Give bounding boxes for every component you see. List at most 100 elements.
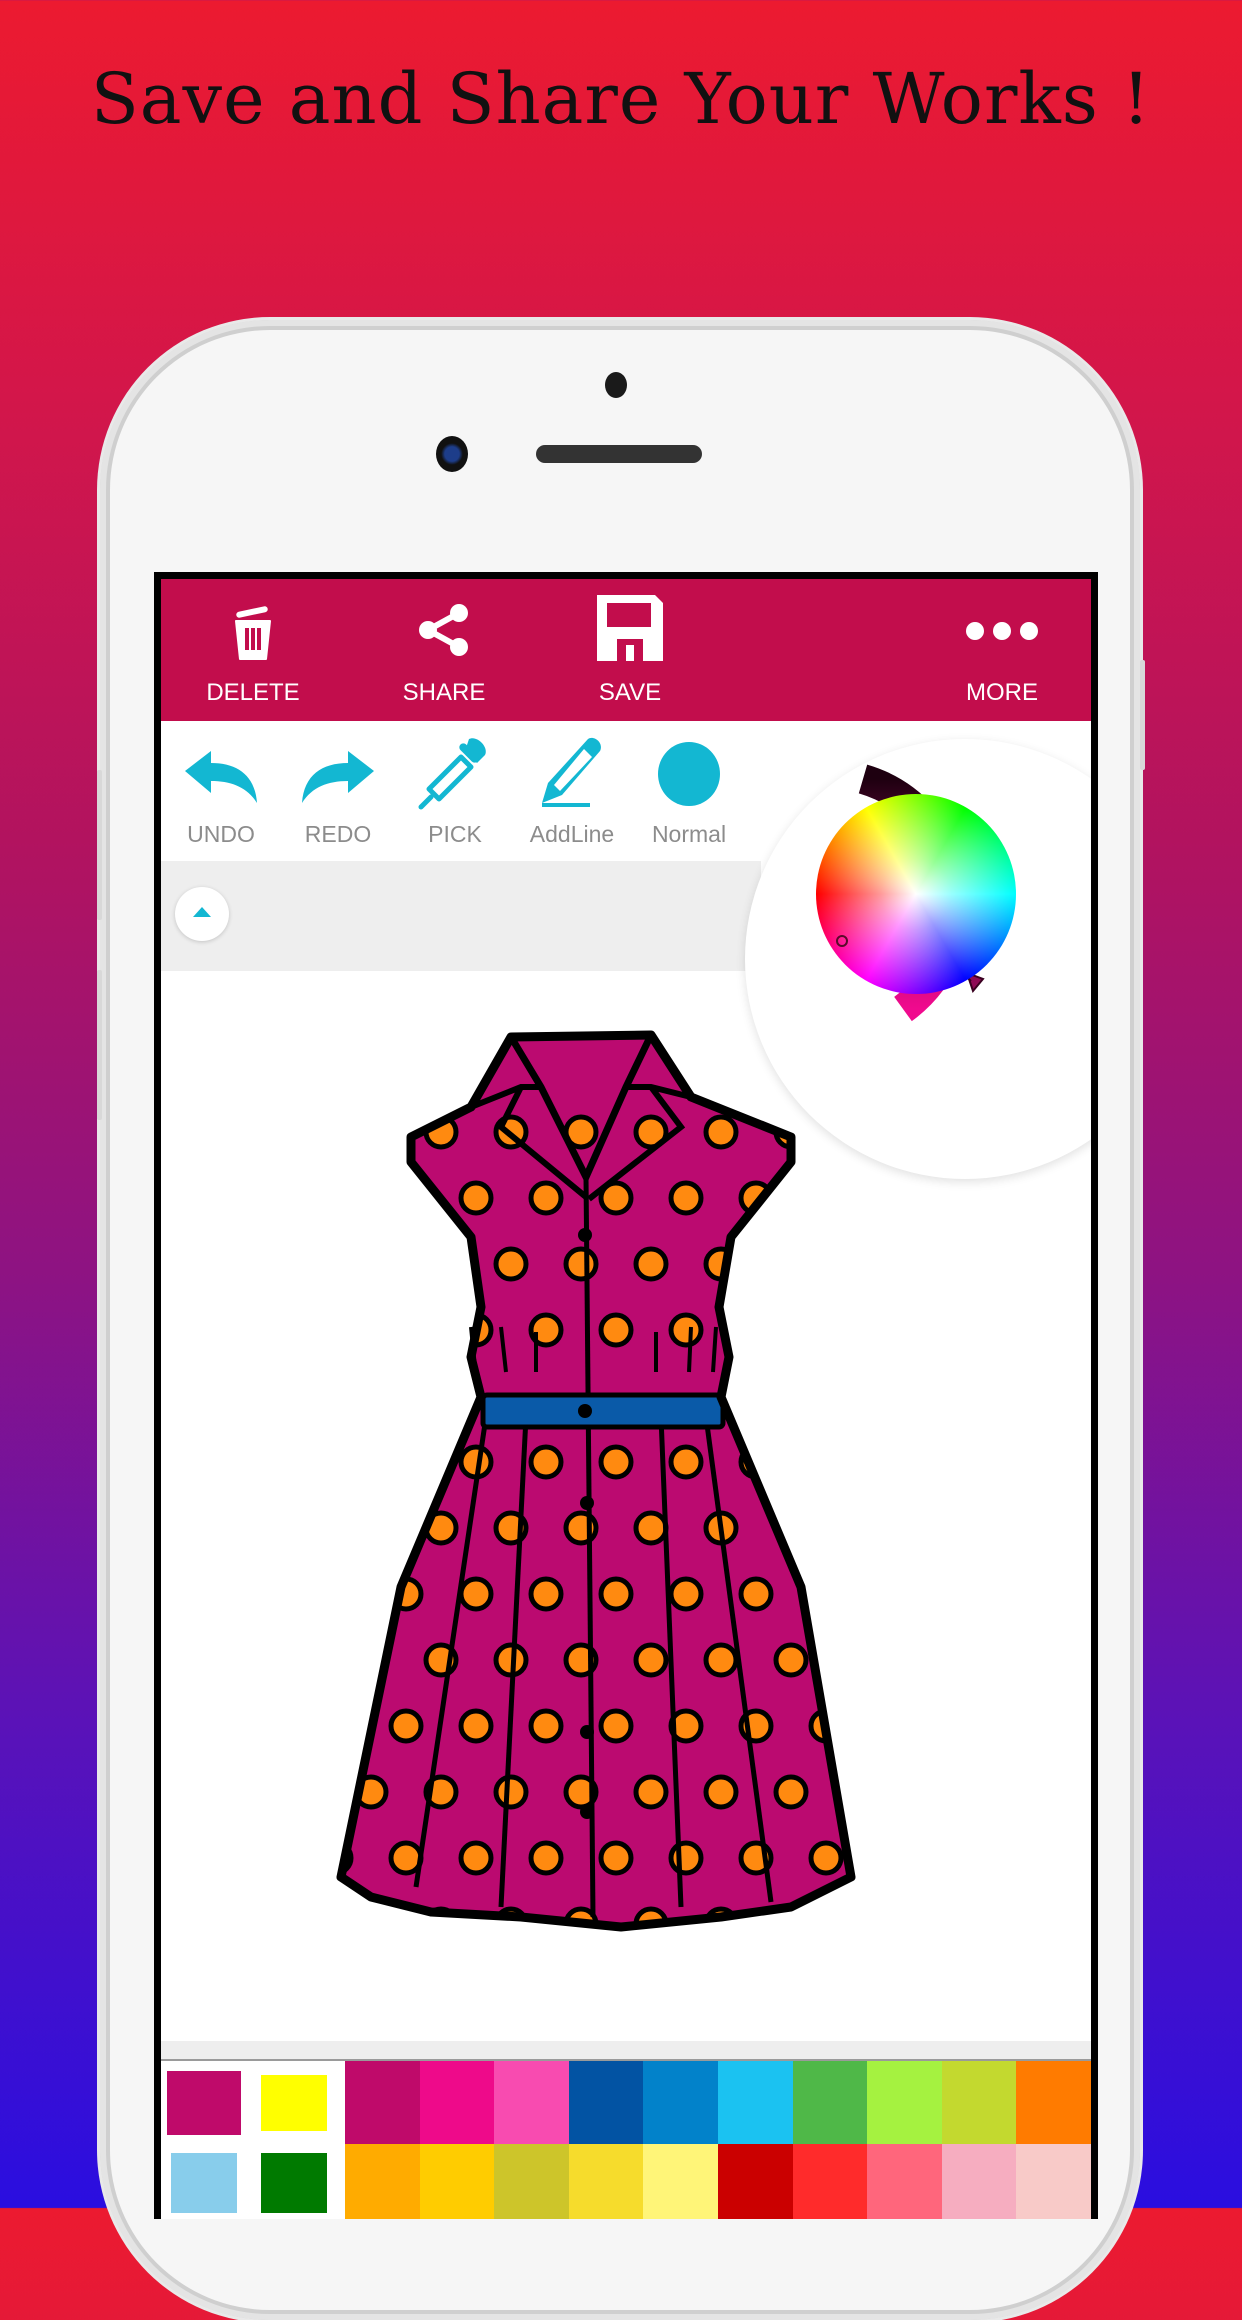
polka-dot[interactable] — [843, 1642, 876, 1678]
polka-dot[interactable] — [528, 1840, 564, 1876]
polka-dot[interactable] — [773, 1906, 809, 1939]
polka-dot[interactable] — [528, 1708, 564, 1744]
color-swatch[interactable] — [867, 2061, 942, 2144]
color-swatch[interactable] — [941, 2061, 1017, 2144]
polka-dot[interactable] — [353, 1246, 389, 1282]
color-swatch[interactable] — [568, 2061, 644, 2144]
polka-dot[interactable] — [668, 1840, 704, 1876]
polka-dot[interactable] — [773, 1774, 809, 1810]
polka-dot[interactable] — [633, 1246, 669, 1282]
polka-dot[interactable] — [843, 1774, 876, 1810]
polka-dot[interactable] — [738, 1312, 774, 1348]
color-swatch[interactable] — [419, 2061, 495, 2144]
recent-color-swatch[interactable] — [167, 2071, 241, 2135]
polka-dot[interactable] — [808, 1840, 844, 1876]
phone-sensor — [605, 372, 627, 398]
color-swatch[interactable] — [1016, 2061, 1091, 2144]
polka-dot[interactable] — [423, 1246, 459, 1282]
polka-dot[interactable] — [598, 1444, 634, 1480]
polka-dot[interactable] — [388, 1180, 424, 1216]
hue-color-wheel[interactable] — [816, 794, 1016, 994]
polka-dot[interactable] — [353, 1510, 389, 1546]
polka-dot[interactable] — [528, 1444, 564, 1480]
polka-dot[interactable] — [668, 1180, 704, 1216]
color-swatch[interactable] — [643, 2061, 718, 2144]
polka-dot[interactable] — [808, 1180, 844, 1216]
polka-dot[interactable] — [321, 1708, 354, 1744]
dress-artwork[interactable] — [321, 1027, 881, 1957]
belt[interactable] — [480, 1392, 726, 1430]
save-button[interactable]: SAVE — [565, 579, 695, 721]
polka-dot[interactable] — [738, 1576, 774, 1612]
polka-dot[interactable] — [353, 1906, 389, 1939]
expand-toggle-button[interactable] — [175, 887, 229, 941]
polka-dot[interactable] — [321, 1312, 354, 1348]
recent-color-swatch[interactable] — [261, 2075, 327, 2131]
recent-color-swatch[interactable] — [261, 2153, 327, 2213]
polka-dot[interactable] — [353, 1114, 389, 1150]
eyedropper-icon — [418, 738, 486, 810]
color-swatch[interactable] — [717, 2061, 793, 2144]
more-button[interactable]: MORE — [937, 579, 1067, 721]
normal-brush-button[interactable]: Normal — [629, 721, 749, 861]
floppy-disk-icon — [597, 595, 663, 661]
polka-dot[interactable] — [703, 1774, 739, 1810]
recent-color-swatch[interactable] — [171, 2153, 237, 2213]
polka-dot[interactable] — [388, 1312, 424, 1348]
polka-dot[interactable] — [633, 1642, 669, 1678]
polka-dot[interactable] — [458, 1180, 494, 1216]
polka-dot[interactable] — [458, 1708, 494, 1744]
undo-button[interactable]: UNDO — [161, 721, 281, 861]
delete-button[interactable]: DELETE — [188, 579, 318, 721]
polka-dot[interactable] — [528, 1180, 564, 1216]
color-wheel-handle[interactable] — [836, 935, 848, 947]
power-button — [1140, 660, 1145, 770]
color-swatch[interactable] — [494, 2061, 569, 2144]
polka-dot[interactable] — [808, 1444, 844, 1480]
delete-label: DELETE — [206, 679, 300, 706]
addline-button[interactable]: AddLine — [512, 721, 632, 861]
polka-dot[interactable] — [843, 1510, 876, 1546]
polka-dot[interactable] — [388, 1708, 424, 1744]
polka-dot[interactable] — [563, 1246, 599, 1282]
color-swatch[interactable] — [345, 2061, 420, 2144]
promo-headline: Save and Share Your Works ! — [90, 58, 1152, 140]
color-swatch[interactable] — [792, 2061, 868, 2144]
share-button[interactable]: SHARE — [379, 579, 509, 721]
polka-dot[interactable] — [843, 1246, 876, 1282]
pick-button[interactable]: PICK — [395, 721, 515, 861]
top-action-bar: DELETE SHARE SAVE MORE — [161, 579, 1091, 721]
polka-dot[interactable] — [493, 1246, 529, 1282]
polka-dot[interactable] — [633, 1510, 669, 1546]
polka-dot[interactable] — [668, 1576, 704, 1612]
polka-dot[interactable] — [668, 1444, 704, 1480]
polka-dot[interactable] — [458, 1576, 494, 1612]
polka-dot[interactable] — [388, 1444, 424, 1480]
polka-dot[interactable] — [633, 1774, 669, 1810]
polka-dot[interactable] — [773, 1642, 809, 1678]
share-icon — [419, 604, 468, 656]
polka-dot[interactable] — [808, 1312, 844, 1348]
polka-dot[interactable] — [808, 1576, 844, 1612]
polka-dot[interactable] — [528, 1576, 564, 1612]
redo-arrow-icon — [302, 751, 374, 803]
polka-dot[interactable] — [668, 1312, 704, 1348]
addline-label: AddLine — [529, 821, 615, 847]
polka-dot[interactable] — [458, 1840, 494, 1876]
polka-dot[interactable] — [773, 1246, 809, 1282]
polka-dot[interactable] — [321, 1180, 354, 1216]
polka-dot[interactable] — [843, 1906, 876, 1939]
polka-dot[interactable] — [321, 1444, 354, 1480]
app-screen: DELETE SHARE SAVE MORE UNDO REDO PICK Ad… — [154, 572, 1098, 2219]
polka-dot[interactable] — [598, 1576, 634, 1612]
polka-dot[interactable] — [703, 1642, 739, 1678]
polka-dot[interactable] — [703, 1114, 739, 1150]
polka-dot[interactable] — [598, 1708, 634, 1744]
polka-dot[interactable] — [598, 1840, 634, 1876]
polka-dot[interactable] — [321, 1576, 354, 1612]
polka-dot[interactable] — [493, 1774, 529, 1810]
brush-circle-icon — [658, 742, 720, 806]
undo-label: UNDO — [187, 821, 255, 847]
redo-button[interactable]: REDO — [278, 721, 398, 861]
polka-dot[interactable] — [598, 1312, 634, 1348]
